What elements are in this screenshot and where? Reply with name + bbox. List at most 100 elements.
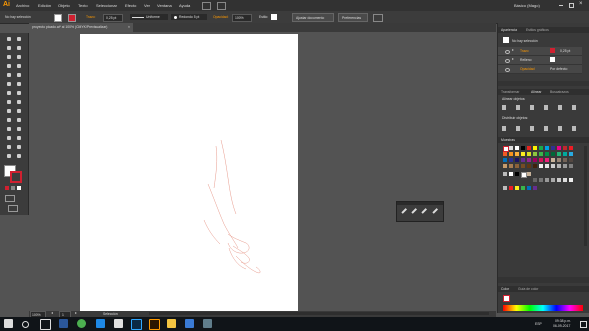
- swatch[interactable]: [557, 146, 561, 150]
- rectangle-tool-icon[interactable]: [15, 63, 22, 69]
- swatch[interactable]: [545, 146, 549, 150]
- first-artboard-icon[interactable]: [51, 312, 53, 314]
- fill-swatch[interactable]: [54, 14, 62, 22]
- swatch[interactable]: [527, 164, 531, 168]
- swatch[interactable]: [563, 146, 567, 150]
- swatch[interactable]: [515, 172, 519, 176]
- swatch[interactable]: [569, 158, 573, 162]
- blend-tool-icon[interactable]: [15, 126, 22, 132]
- swatch[interactable]: [569, 164, 573, 168]
- swatch[interactable]: [503, 152, 507, 156]
- artboard[interactable]: [80, 34, 298, 311]
- swatch[interactable]: [509, 164, 513, 168]
- mail-icon[interactable]: [114, 319, 123, 328]
- appearance-row-fill[interactable]: Relleno: [498, 56, 582, 65]
- tab-transformar[interactable]: Transformar: [501, 90, 519, 94]
- swatch[interactable]: [527, 146, 531, 150]
- free-transform-tool-icon[interactable]: [15, 99, 22, 105]
- swatch[interactable]: [563, 178, 567, 182]
- workspace-switcher[interactable]: Básico (Mago): [514, 3, 540, 8]
- color-mode-icon[interactable]: [5, 186, 9, 190]
- appearance-row-opacity[interactable]: Opacidad Por defecto: [498, 65, 582, 74]
- swatch[interactable]: [521, 152, 525, 156]
- language-indicator[interactable]: ESP: [535, 322, 542, 326]
- search-icon[interactable]: [22, 321, 29, 328]
- style-swatch[interactable]: [271, 14, 277, 20]
- pencil-tool-icon[interactable]: [15, 72, 22, 78]
- swatch[interactable]: [521, 146, 525, 150]
- swatch[interactable]: [521, 186, 525, 190]
- swatch[interactable]: [569, 152, 573, 156]
- line-tool-icon[interactable]: [5, 63, 12, 69]
- swatch[interactable]: [539, 178, 543, 182]
- selection-tool-icon[interactable]: [5, 36, 12, 42]
- perspective-grid-tool-icon[interactable]: [15, 108, 22, 114]
- gradient-tool-icon[interactable]: [15, 117, 22, 123]
- mesh-tool-icon[interactable]: [5, 117, 12, 123]
- stroke-swatch[interactable]: [68, 14, 76, 22]
- swatch[interactable]: [509, 172, 513, 176]
- swatch-folder-icon[interactable]: [503, 186, 507, 190]
- photoshop-icon[interactable]: [131, 319, 142, 330]
- join-tool-icon[interactable]: [432, 208, 438, 214]
- magic-wand-tool-icon[interactable]: [5, 45, 12, 51]
- menu-texto[interactable]: Texto: [78, 3, 88, 8]
- distribute-objects-buttons[interactable]: [502, 126, 582, 131]
- visibility-eye-icon[interactable]: [505, 68, 510, 72]
- tab-color[interactable]: Color: [501, 287, 509, 291]
- illustrator-icon[interactable]: [149, 319, 160, 330]
- word-icon[interactable]: [59, 319, 68, 328]
- notification-icon[interactable]: [580, 321, 587, 328]
- appearance-stroke-swatch[interactable]: [550, 48, 555, 53]
- color-spectrum[interactable]: [503, 305, 583, 311]
- visibility-eye-icon[interactable]: [505, 50, 510, 54]
- screen-mode-icon[interactable]: [8, 205, 18, 212]
- swatch[interactable]: [539, 158, 543, 162]
- clock-date[interactable]: 06-09-2017: [553, 324, 570, 328]
- artboard-tool-icon[interactable]: [5, 144, 12, 150]
- visibility-eye-icon[interactable]: [505, 59, 510, 63]
- align-objects-buttons[interactable]: [502, 105, 582, 110]
- swatch-folder-icon[interactable]: [503, 172, 507, 176]
- graph-tool-icon[interactable]: [15, 135, 22, 141]
- menu-archivo[interactable]: Archivo: [16, 3, 29, 8]
- rotate-tool-icon[interactable]: [5, 90, 12, 96]
- swatches-scrollbar[interactable]: [584, 146, 587, 246]
- current-tool-status[interactable]: Selección: [103, 312, 118, 316]
- arrange-icon[interactable]: [373, 14, 383, 22]
- desktop-app-icon[interactable]: [185, 319, 194, 328]
- document-tab[interactable]: proyecto picado.ai* al 100% (CMYK/Previs…: [29, 23, 133, 32]
- tab-guia-de-color[interactable]: Guía de color: [518, 287, 538, 291]
- maximize-icon[interactable]: [569, 3, 574, 8]
- swatch[interactable]: [569, 178, 573, 182]
- expand-arrow-icon[interactable]: [512, 58, 514, 60]
- bridge-icon[interactable]: [202, 2, 211, 10]
- swatch[interactable]: [533, 158, 537, 162]
- swatch[interactable]: [557, 164, 561, 168]
- swatch[interactable]: [533, 186, 537, 190]
- swatch[interactable]: [527, 172, 531, 176]
- width-tool-icon[interactable]: [5, 99, 12, 105]
- swatch[interactable]: [539, 164, 543, 168]
- color-fill-stroke-icon[interactable]: [503, 295, 510, 302]
- swatch[interactable]: [521, 164, 525, 168]
- swatch[interactable]: [527, 152, 531, 156]
- tab-estilos-graficos[interactable]: Estilos gráficos: [526, 28, 549, 32]
- windows-start-icon[interactable]: [4, 319, 13, 328]
- swatch[interactable]: [527, 186, 531, 190]
- menu-ayuda[interactable]: Ayuda: [179, 3, 190, 8]
- none-mode-icon[interactable]: [17, 186, 21, 190]
- document-setup-button[interactable]: Ajustar documento: [292, 13, 334, 22]
- swatch[interactable]: [551, 152, 555, 156]
- paintbrush-tool-icon[interactable]: [5, 72, 12, 78]
- swatch-grid[interactable]: [503, 146, 582, 203]
- lasso-tool-icon[interactable]: [15, 45, 22, 51]
- swatch[interactable]: [539, 152, 543, 156]
- variable-width-profile[interactable]: Uniforme: [130, 14, 168, 20]
- appearance-row-stroke[interactable]: Trazo 0,25 pt: [498, 47, 582, 56]
- close-tab-icon[interactable]: ×: [128, 25, 130, 29]
- swatch[interactable]: [545, 178, 549, 182]
- eraser-tool-icon[interactable]: [15, 81, 22, 87]
- floating-tool-panel[interactable]: [396, 201, 444, 222]
- edge-icon[interactable]: [96, 319, 105, 328]
